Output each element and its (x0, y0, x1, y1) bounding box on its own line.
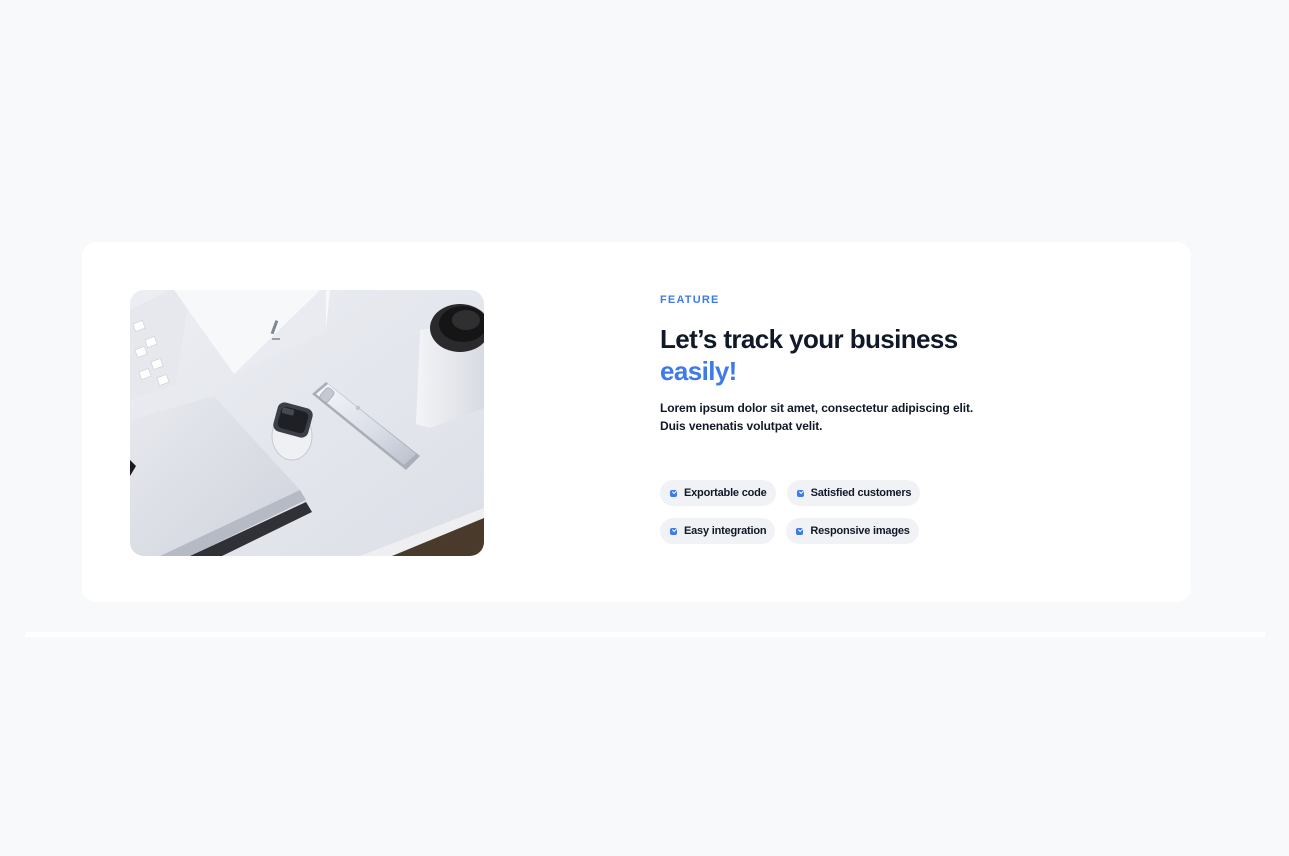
chip-label: Easy integration (684, 525, 767, 537)
page: FEATURE Let’s track your business easily… (0, 0, 1289, 856)
check-icon (670, 489, 677, 497)
chip-label: Responsive images (810, 525, 910, 537)
headline-accent: easily! (660, 356, 737, 386)
eyebrow-label: FEATURE (660, 294, 720, 306)
feature-card: FEATURE Let’s track your business easily… (82, 242, 1191, 602)
check-icon (796, 489, 804, 497)
feature-chip-list: Exportable code Satisfied customers Easy… (660, 480, 960, 556)
check-icon (670, 527, 677, 535)
feature-description: Lorem ipsum dolor sit amet, consectetur … (660, 401, 974, 433)
headline-text: Let’s track your business (660, 324, 958, 354)
page-title: Let’s track your business easily! (660, 323, 1040, 387)
chip-label: Satisfied customers (810, 487, 912, 499)
chip-exportable-code: Exportable code (660, 480, 776, 506)
feature-image (130, 290, 484, 556)
section-divider (25, 632, 1265, 637)
chip-satisfied-customers: Satisfied customers (786, 480, 921, 506)
chip-label: Exportable code (684, 487, 767, 499)
chip-row: Exportable code Satisfied customers (660, 480, 960, 506)
check-icon (796, 527, 804, 535)
feature-content: FEATURE Let’s track your business easily… (660, 294, 1040, 435)
chip-row: Easy integration Responsive images (660, 518, 960, 544)
chip-responsive-images: Responsive images (786, 518, 919, 544)
chip-easy-integration: Easy integration (660, 518, 776, 544)
